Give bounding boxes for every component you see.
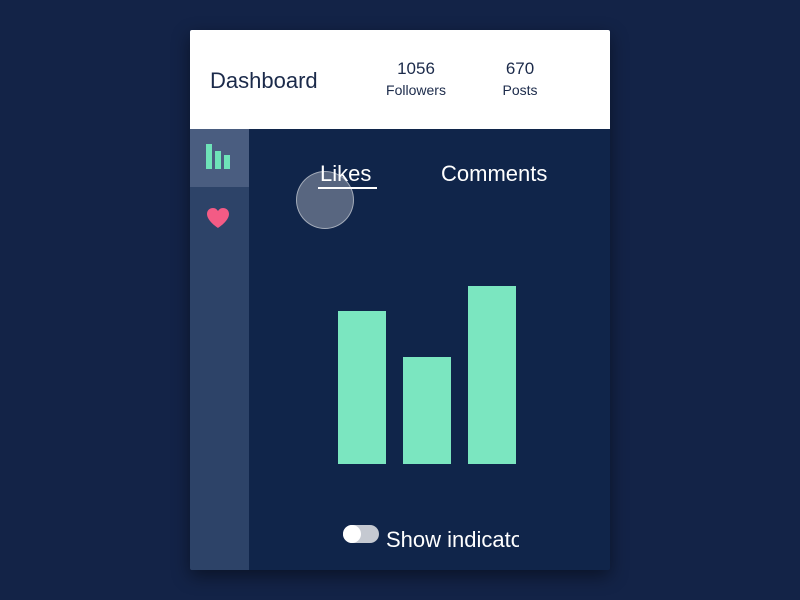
sidebar-item-likes[interactable]	[190, 189, 249, 247]
header: Dashboard 1056 Followers 670 Posts	[190, 30, 610, 129]
posts-stat: 670 Posts	[495, 58, 545, 100]
sidebar-item-chart[interactable]	[190, 129, 249, 187]
dashboard-card: Dashboard 1056 Followers 670 Posts Likes…	[190, 30, 610, 570]
followers-label: Followers	[386, 82, 446, 98]
likes-bar-chart	[338, 286, 516, 464]
followers-count: 1056	[397, 59, 435, 78]
posts-label: Posts	[502, 82, 538, 98]
chart-bar-2	[403, 357, 451, 464]
followers-stat: 1056 Followers	[380, 58, 452, 100]
chart-bar-3	[468, 286, 516, 464]
toggle-knob	[343, 525, 361, 543]
chart-bar-1	[338, 311, 386, 464]
main-panel: Likes Comments Show indicators	[249, 129, 610, 570]
show-indicators-label: Show indicators	[386, 527, 519, 552]
show-indicators-row: Show indicators	[343, 525, 519, 557]
heart-icon	[207, 208, 229, 228]
sidebar	[190, 129, 249, 570]
page-title: Dashboard	[210, 68, 318, 93]
posts-count: 670	[505, 59, 535, 78]
show-indicators-toggle[interactable]	[343, 525, 379, 543]
page-background: Dashboard 1056 Followers 670 Posts Likes…	[0, 0, 800, 600]
bar-chart-icon	[206, 144, 230, 169]
